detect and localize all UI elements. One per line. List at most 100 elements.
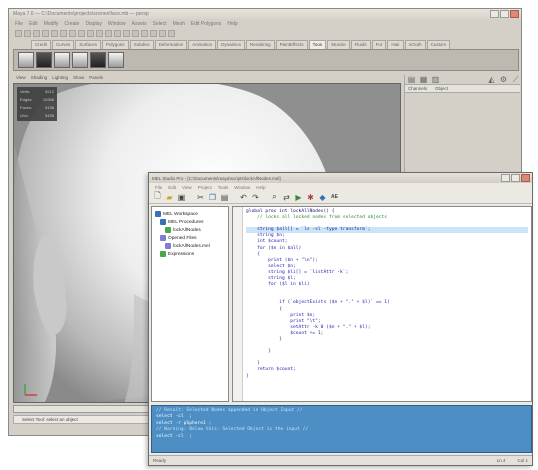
- status-line-button[interactable]: [51, 30, 58, 37]
- code-area[interactable]: global proc int lockAllNodes() { // lock…: [243, 207, 531, 401]
- shelf-tab[interactable]: PaintEffects: [275, 40, 308, 49]
- shelf-tab[interactable]: nCloth: [404, 40, 426, 49]
- shelf-tab[interactable]: Hair: [387, 40, 404, 49]
- status-line-button[interactable]: [132, 30, 139, 37]
- grid-icon[interactable]: ▦: [419, 75, 428, 84]
- status-line-button[interactable]: [159, 30, 166, 37]
- replace-icon[interactable]: ⇄: [282, 193, 291, 202]
- status-line-button[interactable]: [69, 30, 76, 37]
- menu-item[interactable]: Display: [85, 21, 101, 27]
- menu-item[interactable]: Modify: [44, 21, 59, 27]
- menu-item[interactable]: Window: [108, 21, 126, 27]
- attribute-icon[interactable]: ◭: [487, 75, 496, 84]
- panel-menu-item[interactable]: Shading: [31, 75, 48, 83]
- shelf-tool-icon[interactable]: [90, 52, 106, 68]
- copy-icon[interactable]: ❐: [208, 193, 217, 202]
- shelf-tab[interactable]: Polygons: [102, 40, 129, 49]
- menu-item[interactable]: View: [182, 185, 192, 190]
- cut-icon[interactable]: ✂: [196, 193, 205, 202]
- menu-item[interactable]: Project: [198, 185, 212, 190]
- tree-item[interactable]: MEL Workspace: [155, 210, 225, 218]
- panel-menu-item[interactable]: Show: [73, 75, 84, 83]
- menu-item[interactable]: Edit: [168, 185, 176, 190]
- menu-item[interactable]: Tools: [218, 185, 229, 190]
- shelf-tab[interactable]: Fluids: [350, 40, 371, 49]
- menu-item[interactable]: Edit Polygons: [191, 21, 222, 27]
- tab-object[interactable]: Object: [435, 86, 448, 91]
- save-icon[interactable]: ▣: [177, 193, 186, 202]
- tree-item[interactable]: lockAllNodes: [155, 226, 225, 234]
- shelf-prefix[interactable]: Credit: [31, 40, 52, 49]
- menu-item[interactable]: Mesh: [173, 21, 185, 27]
- plugin-icon[interactable]: ◆: [318, 193, 327, 202]
- redo-icon[interactable]: ↷: [251, 193, 260, 202]
- panel-menu-item[interactable]: Lighting: [52, 75, 68, 83]
- menu-item[interactable]: File: [155, 185, 162, 190]
- status-line-button[interactable]: [123, 30, 130, 37]
- menu-item[interactable]: Assets: [132, 21, 147, 27]
- open-folder-icon[interactable]: ▰: [165, 193, 174, 202]
- menu-item[interactable]: Select: [153, 21, 167, 27]
- menu-item[interactable]: File: [15, 21, 23, 27]
- tab-channels[interactable]: Channels: [408, 86, 427, 91]
- tree-item[interactable]: Expressions: [155, 250, 225, 258]
- minimize-button[interactable]: [490, 10, 499, 18]
- time-slider[interactable]: [13, 405, 163, 413]
- panel-menu-item[interactable]: View: [16, 75, 26, 83]
- minimize-button[interactable]: [501, 174, 510, 182]
- panel-menu-item[interactable]: Panels: [89, 75, 103, 83]
- undo-icon[interactable]: ↶: [239, 193, 248, 202]
- status-line-button[interactable]: [87, 30, 94, 37]
- shelf-tab[interactable]: Curves: [52, 40, 75, 49]
- shelf-tab[interactable]: Muscle: [327, 40, 350, 49]
- status-line-button[interactable]: [78, 30, 85, 37]
- about-icon[interactable]: AE: [330, 193, 339, 202]
- run-icon[interactable]: ▶: [294, 193, 303, 202]
- shelf-tool-icon[interactable]: [36, 52, 52, 68]
- tree-item[interactable]: Opened Files: [155, 234, 225, 242]
- shelf-tab[interactable]: Animation: [188, 40, 217, 49]
- layout-icon[interactable]: ▤: [407, 75, 416, 84]
- shelf-tool-icon[interactable]: [108, 52, 124, 68]
- menu-item[interactable]: Help: [256, 185, 265, 190]
- debug-icon[interactable]: ✱: [306, 193, 315, 202]
- shelf-tab[interactable]: Fur: [371, 40, 387, 49]
- paste-icon[interactable]: ▤: [220, 193, 229, 202]
- shelf-tab[interactable]: Deformation: [154, 40, 188, 49]
- shelf-tab[interactable]: Custom: [426, 40, 451, 49]
- settings-icon[interactable]: ⚙: [499, 75, 508, 84]
- maximize-button[interactable]: [511, 174, 520, 182]
- output-console[interactable]: // Result: Selected Nodes appended in Ob…: [151, 405, 532, 453]
- find-icon[interactable]: ⌕: [270, 192, 279, 202]
- menu-item[interactable]: Help: [227, 21, 237, 27]
- pin-icon[interactable]: ⟋: [511, 75, 520, 84]
- status-line-button[interactable]: [96, 30, 103, 37]
- status-line-button[interactable]: [24, 30, 31, 37]
- shelf-tab[interactable]: Rendering: [245, 40, 275, 49]
- code-editor[interactable]: global proc int lockAllNodes() { // lock…: [232, 206, 532, 402]
- shelf-tab[interactable]: Dynamics: [217, 40, 245, 49]
- status-line-button[interactable]: [150, 30, 157, 37]
- shelf-tab[interactable]: Subdivs: [129, 40, 154, 49]
- menu-item[interactable]: Window: [234, 185, 250, 190]
- tree-item[interactable]: lockAllNodes.mel: [155, 242, 225, 250]
- status-line-button[interactable]: [141, 30, 148, 37]
- status-line-button[interactable]: [33, 30, 40, 37]
- shelf-tool-icon[interactable]: [54, 52, 70, 68]
- tree-item[interactable]: MEL Procedures: [155, 218, 225, 226]
- menu-item[interactable]: Create: [64, 21, 79, 27]
- status-line-button[interactable]: [15, 30, 22, 37]
- menu-item[interactable]: Edit: [29, 21, 38, 27]
- status-line-button[interactable]: [105, 30, 112, 37]
- new-file-icon[interactable]: 🗋: [153, 191, 162, 202]
- shelf-tab[interactable]: Toon: [308, 40, 327, 49]
- status-line-button[interactable]: [42, 30, 49, 37]
- status-line-button[interactable]: [60, 30, 67, 37]
- list-icon[interactable]: ▥: [431, 75, 440, 84]
- status-line-button[interactable]: [168, 30, 175, 37]
- close-button[interactable]: [510, 10, 519, 18]
- status-line-button[interactable]: [114, 30, 121, 37]
- shelf-tool-icon[interactable]: [18, 52, 34, 68]
- close-button[interactable]: [521, 174, 530, 182]
- shelf-tool-icon[interactable]: [72, 52, 88, 68]
